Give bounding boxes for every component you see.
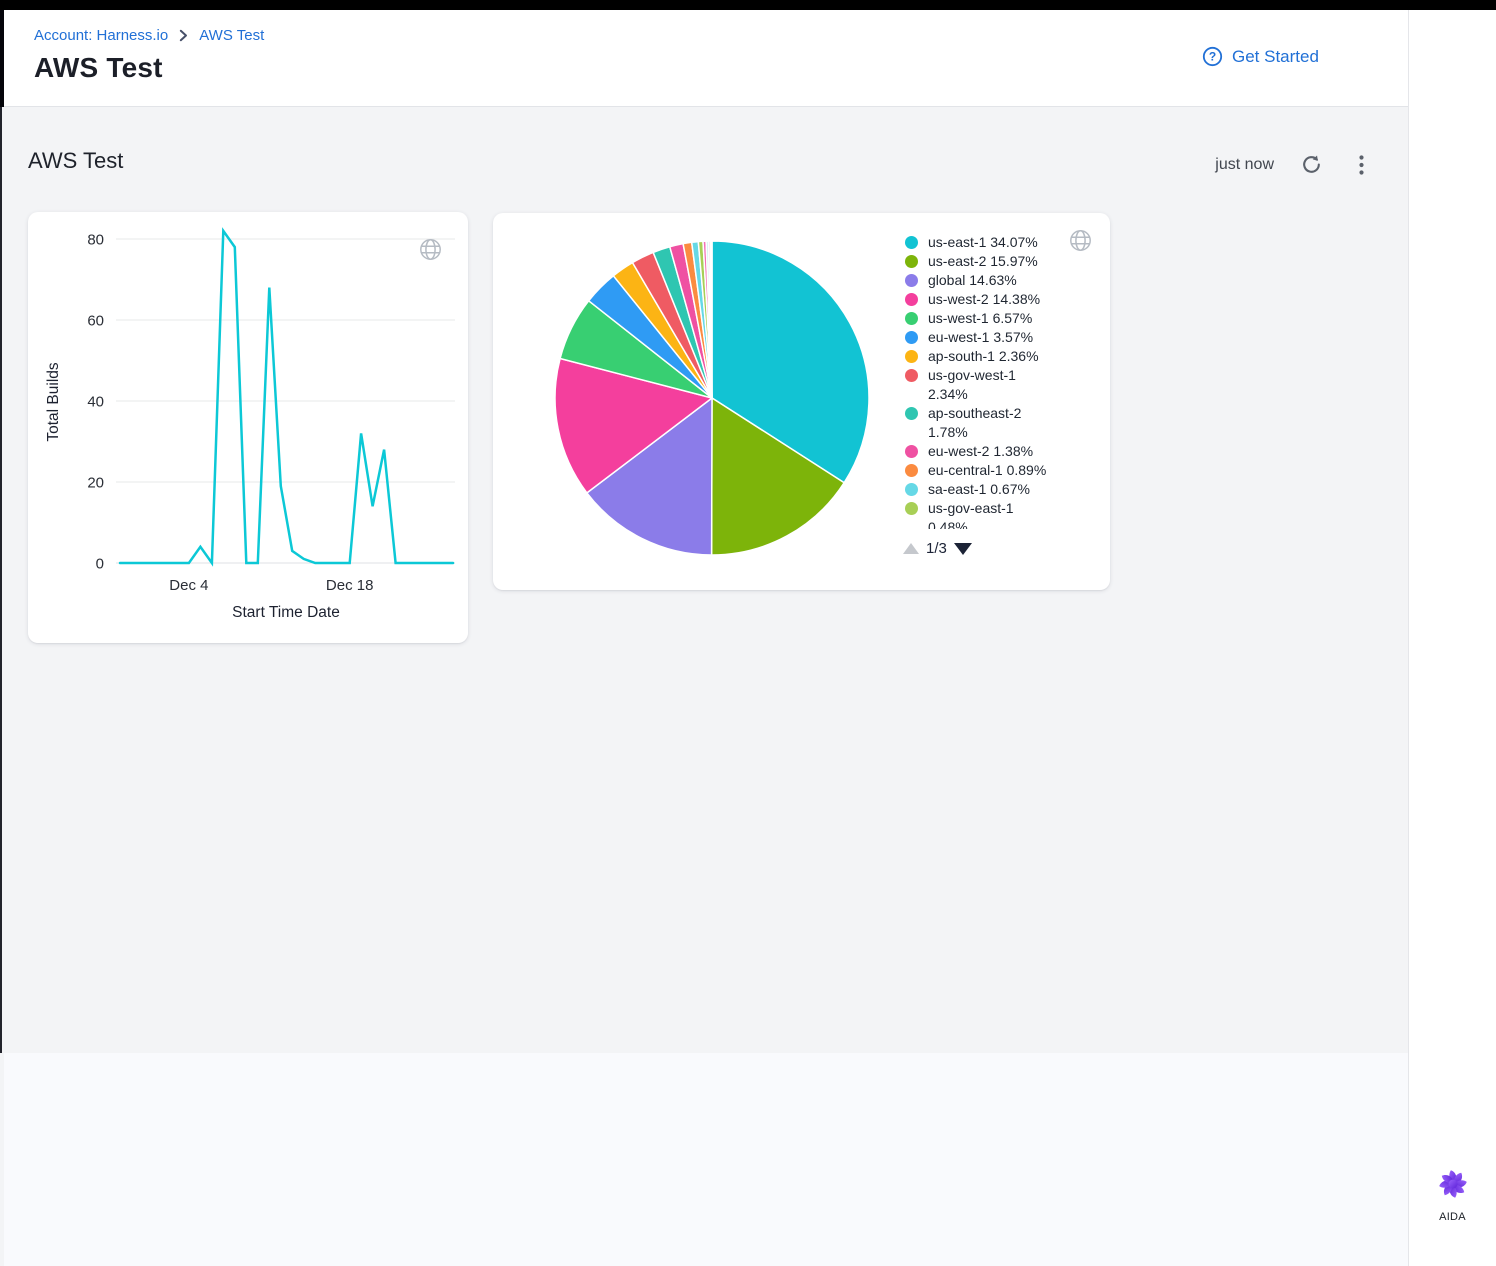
help-circle-icon: ? [1202, 46, 1223, 67]
legend-label: global 14.63% [928, 271, 1017, 290]
legend-dot [905, 274, 918, 287]
legend-page-indicator: 1/3 [926, 540, 947, 557]
legend-label: us-east-2 15.97% [928, 252, 1038, 271]
legend-item[interactable]: us-west-1 6.57% [905, 309, 1097, 328]
legend-item[interactable]: global 14.63% [905, 271, 1097, 290]
legend-label: us-east-1 34.07% [928, 233, 1038, 252]
breadcrumb-account-link[interactable]: Account: Harness.io [34, 27, 168, 44]
legend-label: eu-central-1 0.89% [928, 461, 1046, 480]
legend-page-down-icon[interactable] [954, 543, 972, 555]
legend-dot [905, 369, 918, 382]
legend-item[interactable]: eu-west-1 3.57% [905, 328, 1097, 347]
chevron-right-icon [179, 29, 188, 42]
legend-dot [905, 331, 918, 344]
legend-page-up-icon[interactable] [903, 543, 919, 554]
legend-item[interactable]: us-west-2 14.38% [905, 290, 1097, 309]
legend-label: us-gov-east-10.48% [928, 499, 1014, 529]
get-started-label: Get Started [1232, 47, 1319, 67]
dashboard-title: AWS Test [28, 148, 123, 174]
svg-text:Total Builds: Total Builds [45, 362, 62, 442]
legend-dot [905, 407, 918, 420]
legend-dot [905, 483, 918, 496]
legend-label: us-west-2 14.38% [928, 290, 1040, 309]
legend-item[interactable]: us-gov-west-12.34% [905, 366, 1097, 404]
bottom-background [4, 1053, 1408, 1266]
legend-item[interactable]: ap-south-1 2.36% [905, 347, 1097, 366]
legend-dot [905, 236, 918, 249]
legend-label: sa-east-1 0.67% [928, 480, 1030, 499]
svg-text:Dec 18: Dec 18 [326, 577, 374, 594]
dashboard-area: AWS Test just now [4, 107, 1408, 1053]
get-started-link[interactable]: ? Get Started [1202, 46, 1319, 67]
right-side-panel [1408, 10, 1496, 1266]
legend-item[interactable]: eu-west-2 1.38% [905, 442, 1097, 461]
legend-item[interactable]: us-gov-east-10.48% [905, 499, 1097, 529]
top-window-bar [0, 0, 1496, 10]
aida-widget[interactable]: AIDA [1409, 1166, 1496, 1223]
legend-dot [905, 350, 918, 363]
legend-dot [905, 312, 918, 325]
legend-label: ap-southeast-21.78% [928, 404, 1021, 442]
legend-dot [905, 255, 918, 268]
kebab-menu-icon [1359, 155, 1364, 175]
breadcrumb-current-link[interactable]: AWS Test [199, 27, 264, 44]
globe-icon[interactable] [419, 238, 442, 266]
svg-text:Dec 4: Dec 4 [169, 577, 208, 594]
total-builds-chart[interactable]: 0 20 40 60 80 Dec 4 Dec 18 Start Time Date Total… [28, 212, 468, 643]
region-distribution-card: us-east-1 34.07%us-east-2 15.97%global 1… [493, 213, 1110, 590]
svg-text:0: 0 [96, 556, 104, 573]
total-builds-card: 0 20 40 60 80 Dec 4 Dec 18 Start Time Date Total… [28, 212, 468, 643]
page-title: AWS Test [34, 52, 163, 84]
legend-item[interactable]: ap-southeast-21.78% [905, 404, 1097, 442]
legend-label: us-gov-west-12.34% [928, 366, 1016, 404]
legend-label: eu-west-1 3.57% [928, 328, 1033, 347]
left-edge-line [0, 107, 2, 1053]
breadcrumb: Account: Harness.io AWS Test [34, 27, 264, 44]
legend-dot [905, 293, 918, 306]
svg-text:?: ? [1209, 50, 1216, 64]
refresh-icon [1300, 153, 1323, 176]
svg-text:60: 60 [87, 313, 104, 330]
aida-logo-icon [1435, 1166, 1471, 1202]
svg-text:Start Time Date: Start Time Date [232, 604, 340, 621]
svg-text:80: 80 [87, 232, 104, 249]
legend-dot [905, 502, 918, 515]
svg-text:40: 40 [87, 394, 104, 411]
legend-label: eu-west-2 1.38% [928, 442, 1033, 461]
dashboard-actions: just now [1215, 153, 1364, 176]
more-options-button[interactable] [1359, 155, 1364, 175]
refresh-button[interactable] [1300, 153, 1323, 176]
legend-label: us-west-1 6.57% [928, 309, 1032, 328]
legend-pager: 1/3 [903, 540, 972, 557]
last-refreshed-label: just now [1215, 156, 1274, 174]
legend-item[interactable]: eu-central-1 0.89% [905, 461, 1097, 480]
pie-legend: us-east-1 34.07%us-east-2 15.97%global 1… [905, 233, 1097, 529]
svg-text:20: 20 [87, 475, 104, 492]
legend-label: ap-south-1 2.36% [928, 347, 1039, 366]
globe-icon[interactable] [1069, 229, 1092, 257]
aida-label: AIDA [1409, 1211, 1496, 1223]
legend-dot [905, 445, 918, 458]
legend-item[interactable]: sa-east-1 0.67% [905, 480, 1097, 499]
page-header: Account: Harness.io AWS Test AWS Test ? … [4, 10, 1496, 107]
legend-dot [905, 464, 918, 477]
